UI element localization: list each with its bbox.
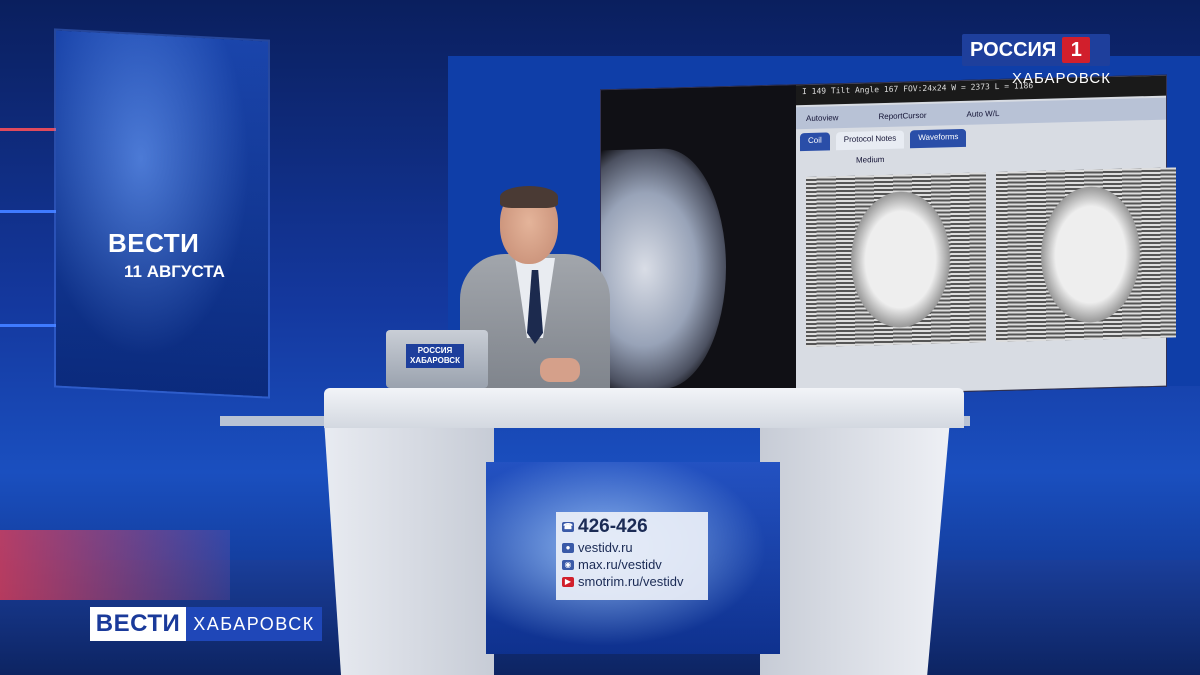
laptop-logo-city: ХАБАРОВСК	[410, 356, 460, 365]
left-panel-title: ВЕСТИ	[108, 228, 200, 258]
phone-icon: ☎	[562, 522, 574, 532]
tab-protocol-notes[interactable]: Protocol Notes	[835, 130, 905, 151]
scan-option[interactable]: ReportCursor	[878, 110, 926, 120]
laptop-logo: РОССИЯ ХАБАРОВСК	[406, 344, 464, 368]
mri-scan-display: I 149 Tilt Angle 167 FOV:24x24 W = 2373 …	[600, 74, 1176, 402]
contact-link-row: ▶ smotrim.ru/vestidv	[562, 574, 702, 589]
blue-light-strip	[0, 324, 60, 327]
contact-link-row: ◉ max.ru/vestidv	[562, 557, 702, 572]
red-light-glow	[0, 530, 230, 600]
desk-right-panel	[760, 420, 950, 675]
left-promo-panel	[56, 30, 268, 397]
anchor-hand	[540, 358, 580, 382]
channel-number: 1	[1062, 37, 1091, 63]
messenger-icon: ◉	[562, 559, 574, 570]
red-light-strip	[0, 128, 60, 131]
scan-left-pane	[601, 85, 796, 401]
contact-link[interactable]: max.ru/vestidv	[578, 557, 662, 572]
website-icon: ●	[562, 542, 574, 553]
channel-city: ХАБАРОВСК	[1012, 70, 1111, 87]
tab-coil[interactable]: Coil	[800, 132, 830, 152]
brain-scan-image	[601, 147, 726, 391]
scan-right-pane: I 149 Tilt Angle 167 FOV:24x24 W = 2373 …	[796, 75, 1176, 396]
contact-link[interactable]: smotrim.ru/vestidv	[578, 574, 683, 589]
channel-name: РОССИЯ	[970, 38, 1057, 61]
sagittal-scan-image	[996, 167, 1176, 343]
channel-logo: РОССИЯ 1	[962, 34, 1110, 66]
left-panel-date: 11 АВГУСТА	[124, 262, 225, 281]
lower-third-city: ХАБАРОВСК	[186, 607, 322, 641]
laptop: РОССИЯ ХАБАРОВСК	[386, 330, 488, 388]
tab-waveforms[interactable]: Waveforms	[910, 128, 967, 149]
lower-third-brand: ВЕСТИ	[90, 607, 186, 641]
contact-phone: 426-426	[578, 516, 648, 537]
scan-option[interactable]: Auto W/L	[966, 108, 999, 118]
anchor-hair	[500, 186, 558, 208]
desk-top	[324, 388, 964, 428]
scan-field-medium: Medium	[856, 154, 885, 165]
scan-option[interactable]: Autoview	[806, 113, 838, 123]
laptop-logo-title: РОССИЯ	[417, 346, 453, 355]
contact-card: ☎ 426-426 ● vestidv.ru ◉ max.ru/vestidv …	[556, 512, 708, 600]
desk-left-panel	[324, 420, 494, 675]
smotrim-icon: ▶	[562, 576, 574, 587]
axial-scan-image	[806, 172, 986, 348]
blue-light-strip	[0, 210, 60, 213]
contact-link-row: ● vestidv.ru	[562, 540, 702, 555]
contact-link[interactable]: vestidv.ru	[578, 540, 633, 555]
contact-phone-row: ☎ 426-426	[562, 516, 702, 538]
